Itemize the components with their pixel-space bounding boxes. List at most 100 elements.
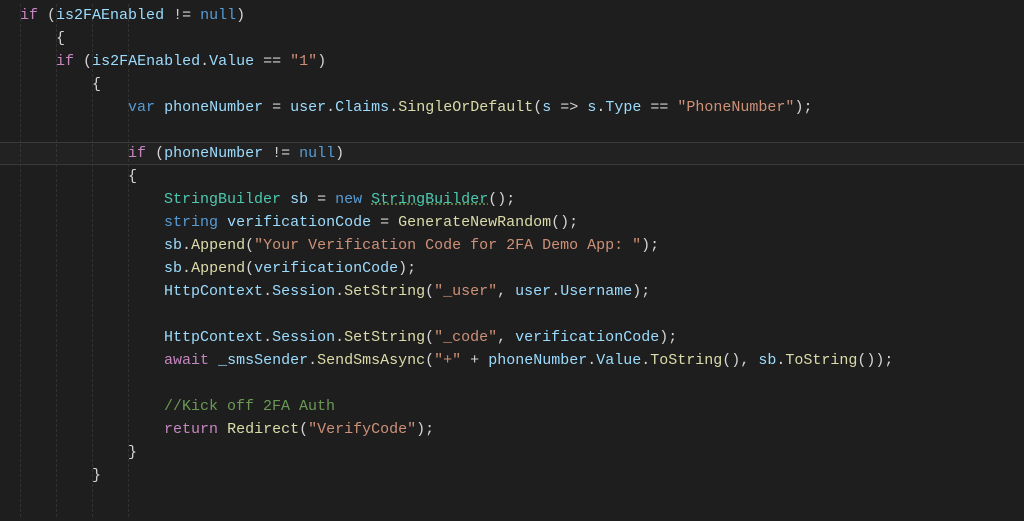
code-line-blank[interactable] — [20, 119, 1024, 142]
assign: = — [272, 99, 281, 116]
type: StringBuilder — [371, 191, 488, 208]
lambda-param: s — [542, 99, 551, 116]
code-line[interactable]: var phoneNumber = user.Claims.SingleOrDe… — [20, 96, 1024, 119]
identifier: sb — [758, 352, 776, 369]
code-line[interactable]: return Redirect("VerifyCode"); — [20, 418, 1024, 441]
string-literal: "_user" — [434, 283, 497, 300]
property: Session — [272, 329, 335, 346]
code-line-active[interactable]: if (phoneNumber != null) — [0, 142, 1024, 165]
code-line[interactable]: string verificationCode = GenerateNewRan… — [20, 211, 1024, 234]
await-keyword: await — [164, 352, 209, 369]
type: StringBuilder — [164, 191, 281, 208]
method: ToString — [785, 352, 857, 369]
operator: != — [173, 7, 191, 24]
code-line[interactable]: } — [20, 464, 1024, 487]
brace: } — [128, 444, 137, 461]
code-line[interactable]: await _smsSender.SendSmsAsync("+" + phon… — [20, 349, 1024, 372]
identifier: phoneNumber — [164, 99, 263, 116]
operator: == — [263, 53, 281, 70]
code-line[interactable]: HttpContext.Session.SetString("_user", u… — [20, 280, 1024, 303]
paren: ()); — [857, 352, 893, 369]
method: Append — [191, 237, 245, 254]
if-keyword: if — [20, 7, 38, 24]
assign: = — [380, 214, 389, 231]
paren: ) — [317, 53, 326, 70]
identifier: verificationCode — [515, 329, 659, 346]
method: Redirect — [227, 421, 299, 438]
paren: ( — [83, 53, 92, 70]
string-keyword: string — [164, 214, 218, 231]
identifier: sb — [290, 191, 308, 208]
operator: != — [272, 145, 290, 162]
paren: ( — [533, 99, 542, 116]
method: Append — [191, 260, 245, 277]
code-line-blank[interactable] — [20, 372, 1024, 395]
property: Username — [560, 283, 632, 300]
code-line[interactable]: if (is2FAEnabled.Value == "1") — [20, 50, 1024, 73]
comment: //Kick off 2FA Auth — [164, 398, 335, 415]
identifier: sb — [164, 237, 182, 254]
code-line[interactable]: if (is2FAEnabled != null) — [20, 4, 1024, 27]
assign: = — [317, 191, 326, 208]
code-line[interactable]: { — [20, 27, 1024, 50]
brace: } — [92, 467, 101, 484]
code-line[interactable]: { — [20, 73, 1024, 96]
code-line[interactable]: } — [20, 441, 1024, 464]
code-line[interactable]: StringBuilder sb = new StringBuilder(); — [20, 188, 1024, 211]
if-keyword: if — [56, 53, 74, 70]
new-keyword: new — [335, 191, 362, 208]
method: SendSmsAsync — [317, 352, 425, 369]
method: SingleOrDefault — [398, 99, 533, 116]
method: SetString — [344, 329, 425, 346]
code-line[interactable]: sb.Append(verificationCode); — [20, 257, 1024, 280]
identifier: phoneNumber — [164, 145, 263, 162]
string-literal: "1" — [290, 53, 317, 70]
property: Value — [209, 53, 254, 70]
identifier: HttpContext — [164, 329, 263, 346]
code-line[interactable]: //Kick off 2FA Auth — [20, 395, 1024, 418]
method: SetString — [344, 283, 425, 300]
return-keyword: return — [164, 421, 218, 438]
code-line[interactable]: HttpContext.Session.SetString("_code", v… — [20, 326, 1024, 349]
paren: (); — [488, 191, 515, 208]
identifier: verificationCode — [254, 260, 398, 277]
dot: . — [200, 53, 209, 70]
paren: ( — [47, 7, 56, 24]
paren: ); — [641, 237, 659, 254]
identifier: s — [587, 99, 596, 116]
null-keyword: null — [299, 145, 335, 162]
operator: + — [470, 352, 479, 369]
identifier: _smsSender — [218, 352, 308, 369]
paren: (); — [551, 214, 578, 231]
paren: ); — [416, 421, 434, 438]
string-literal: "VerifyCode" — [308, 421, 416, 438]
paren: ); — [794, 99, 812, 116]
paren: ) — [236, 7, 245, 24]
property: Session — [272, 283, 335, 300]
paren: ); — [398, 260, 416, 277]
brace: { — [92, 76, 101, 93]
identifier: user — [290, 99, 326, 116]
paren: ) — [335, 145, 344, 162]
code-line[interactable]: sb.Append("Your Verification Code for 2F… — [20, 234, 1024, 257]
operator: == — [650, 99, 668, 116]
null-keyword: null — [200, 7, 236, 24]
identifier: is2FAEnabled — [56, 7, 164, 24]
string-literal: "_code" — [434, 329, 497, 346]
identifier: verificationCode — [227, 214, 371, 231]
brace: { — [128, 168, 137, 185]
paren: ); — [659, 329, 677, 346]
identifier: HttpContext — [164, 283, 263, 300]
identifier: is2FAEnabled — [92, 53, 200, 70]
code-line-blank[interactable] — [20, 303, 1024, 326]
identifier: phoneNumber — [488, 352, 587, 369]
paren: ); — [632, 283, 650, 300]
code-line[interactable]: { — [20, 165, 1024, 188]
property: Type — [605, 99, 641, 116]
property: Value — [596, 352, 641, 369]
property: Claims — [335, 99, 389, 116]
method: GenerateNewRandom — [398, 214, 551, 231]
string-literal: "Your Verification Code for 2FA Demo App… — [254, 237, 641, 254]
method: ToString — [650, 352, 722, 369]
string-literal: "PhoneNumber" — [677, 99, 794, 116]
